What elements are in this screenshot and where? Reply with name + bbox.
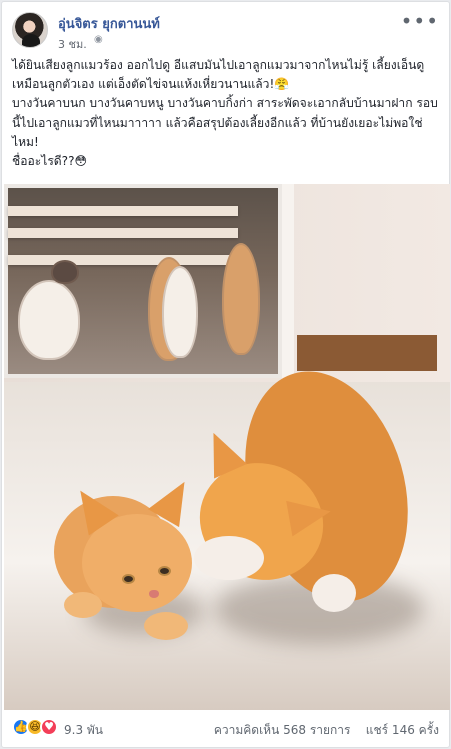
globe-icon: ◉ (94, 34, 103, 45)
post-header: อุ่นจิตร ยุกตานนท์ 3 ชม. ◉ ••• (12, 9, 439, 53)
shares-count[interactable]: แชร์ 146 ครั้ง (366, 723, 439, 737)
post-photo[interactable] (4, 184, 450, 710)
post-stats: ความคิดเห็น 568 รายการ แชร์ 146 ครั้ง (214, 721, 439, 740)
kitten-paw (144, 612, 188, 640)
comments-count[interactable]: ความคิดเห็น 568 รายการ (214, 723, 351, 737)
reflected-white-cat (18, 280, 80, 360)
post-text: ได้ยินเสียงลูกแมวร้อง ออกไปดู อีแสบมันไป… (12, 58, 438, 169)
kitten-eye (122, 574, 135, 584)
post-footer: 👍 😆 ♥ 9.3 พัน ความคิดเห็น 568 รายการ แชร… (12, 716, 439, 744)
kitten-nose (149, 590, 159, 598)
reflected-cat-head (51, 260, 79, 284)
kitten-eye (158, 566, 171, 576)
adult-cat-ear (286, 493, 334, 537)
facebook-post-card: อุ่นจิตร ยุกตานนท์ 3 ชม. ◉ ••• ได้ยินเสี… (1, 1, 450, 748)
post-time[interactable]: 3 ชม. (58, 35, 87, 53)
love-icon[interactable]: ♥ (40, 718, 58, 736)
kitten-paw (64, 592, 102, 618)
adult-cat-muzzle (194, 536, 264, 580)
more-options-icon[interactable]: ••• (401, 9, 439, 33)
window-reflection-shelf (8, 228, 238, 238)
window-reflection-shelf (8, 206, 238, 216)
reflected-grey-cat (162, 266, 198, 358)
baseboard (297, 335, 437, 371)
reaction-count[interactable]: 9.3 พัน (64, 721, 103, 740)
glass-window (4, 184, 282, 378)
window-frame (282, 184, 294, 382)
reflected-ginger-cat (222, 243, 260, 355)
window-reflection-shelf (8, 255, 238, 265)
author-name[interactable]: อุ่นจิตร ยุกตานนท์ (58, 13, 160, 34)
adult-cat-paw (312, 574, 356, 612)
author-avatar[interactable] (12, 12, 48, 48)
